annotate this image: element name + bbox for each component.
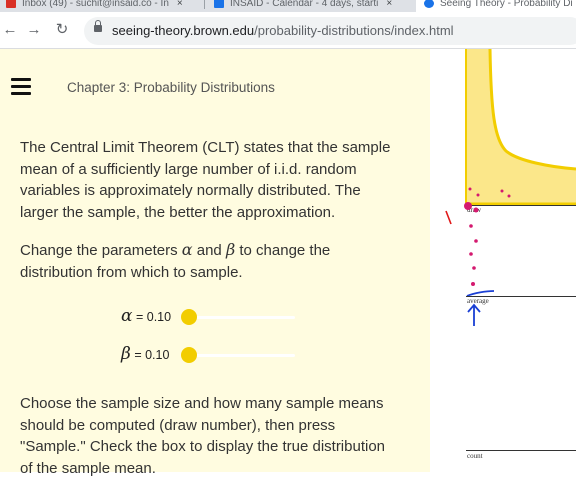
forward-icon[interactable]: → <box>24 20 44 40</box>
tab-separator <box>204 0 205 9</box>
drawn-sample-point <box>469 224 473 228</box>
reload-icon[interactable]: ↻ <box>52 20 72 40</box>
beta-slider-thumb[interactable] <box>181 347 197 363</box>
seeing-theory-icon <box>424 0 434 8</box>
tab-title: Seeing Theory - Probability Di <box>440 0 573 9</box>
draw-samples <box>445 202 495 297</box>
visualization-panel: draw average count <box>430 49 576 472</box>
url-domain: seeing-theory.brown.edu <box>112 23 255 38</box>
gmail-icon <box>6 0 16 8</box>
calendar-icon <box>214 0 224 8</box>
back-icon[interactable]: ← <box>0 20 20 40</box>
tab-calendar[interactable]: INSAID - Calendar - 4 days, starti × <box>214 0 392 12</box>
url-text: seeing-theory.brown.edu/probability-dist… <box>112 23 454 38</box>
close-tab-icon[interactable]: × <box>386 0 392 9</box>
drawn-sample-point <box>471 282 475 286</box>
alpha-label: α = 0.10 <box>121 306 171 326</box>
beta-label: β = 0.10 <box>121 344 169 364</box>
sample-point <box>468 187 472 191</box>
alpha-symbol: α <box>181 240 193 259</box>
tab-gmail[interactable]: Inbox (49) - suchit@insaid.co - In × <box>6 0 183 12</box>
alpha-symbol: α <box>121 306 133 326</box>
alpha-slider-thumb[interactable] <box>181 309 197 325</box>
arrow-stroke <box>467 303 481 326</box>
beta-distribution-plot <box>465 49 576 206</box>
tab-seeing-theory[interactable]: Seeing Theory - Probability Di <box>416 0 576 12</box>
beta-slider-track[interactable] <box>189 354 295 357</box>
tab-title: Inbox (49) - suchit@insaid.co - In <box>22 0 169 9</box>
alpha-slider-track[interactable] <box>189 316 295 319</box>
close-tab-icon[interactable]: × <box>177 0 183 9</box>
content-panel: Chapter 3: Probability Distributions The… <box>0 49 430 477</box>
count-axis-line <box>466 450 576 451</box>
density-fill <box>466 49 576 204</box>
chapter-title: Chapter 3: Probability Distributions <box>67 80 275 95</box>
tab-strip: Inbox (49) - suchit@insaid.co - In × INS… <box>0 0 576 12</box>
drawn-sample-point <box>474 239 478 243</box>
url-path: /probability-distributions/index.html <box>254 23 454 38</box>
drawn-sample-point <box>473 207 479 213</box>
lock-icon <box>94 20 102 32</box>
instruction-text: Change the parameters <box>20 242 182 259</box>
browser-toolbar: ← → ↻ seeing-theory.brown.edu/probabilit… <box>0 12 576 49</box>
drawn-sample-point <box>464 202 472 210</box>
drawn-sample-point <box>472 266 476 270</box>
beta-symbol: β <box>121 344 131 364</box>
parameters-instruction: Change the parameters α and β to change … <box>20 239 392 283</box>
instruction-text: and <box>192 242 226 259</box>
sampling-instruction: Choose the sample size and how many samp… <box>20 395 386 477</box>
tab-title: INSAID - Calendar - 4 days, starti <box>230 0 379 9</box>
count-label: count <box>467 452 483 460</box>
address-bar[interactable]: seeing-theory.brown.edu/probability-dist… <box>84 17 576 45</box>
clt-description: The Central Limit Theorem (CLT) states t… <box>20 139 391 221</box>
alpha-value: = 0.10 <box>135 310 172 324</box>
hamburger-menu-icon[interactable] <box>11 78 31 96</box>
beta-symbol: β <box>225 240 236 259</box>
drawn-sample-point <box>469 252 473 256</box>
beta-value: = 0.10 <box>134 348 170 362</box>
annotation-stroke <box>445 210 452 225</box>
annotation-arrow <box>467 303 481 326</box>
sample-point <box>500 189 504 193</box>
